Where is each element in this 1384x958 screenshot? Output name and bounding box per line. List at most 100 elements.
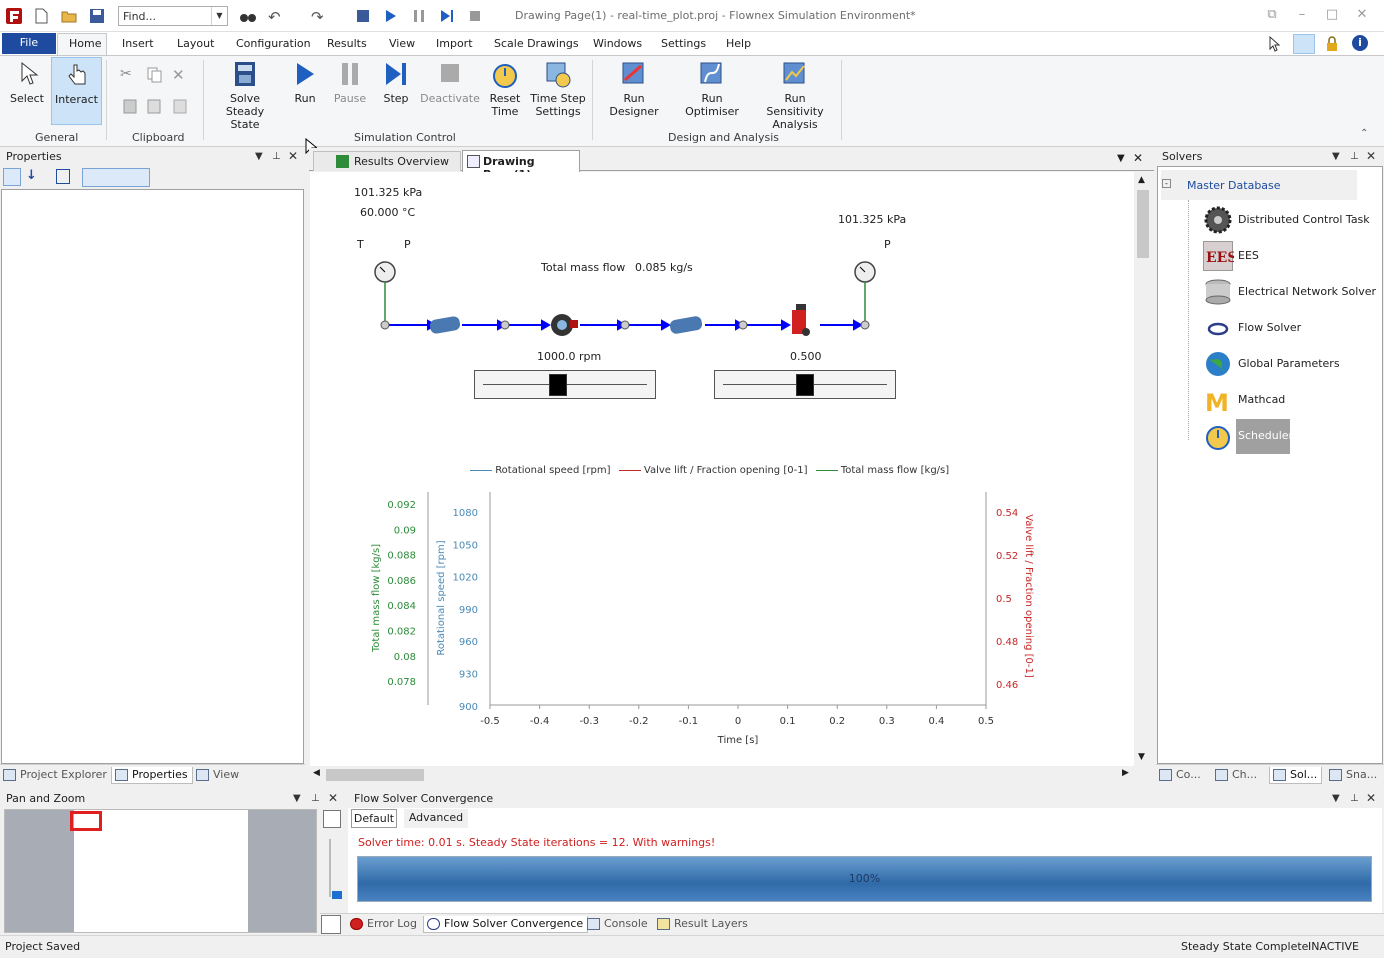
tab-error-log[interactable]: Error Log bbox=[347, 916, 421, 933]
panel-close-icon[interactable]: ✕ bbox=[1366, 790, 1376, 807]
run-sensitivity-analysis-button[interactable]: Run Sensitivity Analysis bbox=[757, 60, 833, 131]
panel-dropdown-icon[interactable]: ▼ bbox=[255, 148, 263, 165]
menu-windows[interactable]: Windows bbox=[593, 37, 642, 50]
tab-advanced[interactable]: Advanced bbox=[404, 809, 468, 828]
interact-button[interactable]: Interact bbox=[51, 57, 102, 125]
collapse-icon[interactable]: - bbox=[1162, 179, 1171, 188]
close-icon[interactable]: ✕ bbox=[1352, 7, 1372, 25]
zoom-in-icon[interactable] bbox=[323, 810, 341, 828]
inlet-gauge-icon[interactable] bbox=[374, 261, 396, 283]
new-file-icon[interactable] bbox=[33, 8, 49, 24]
pointer-mode-icon[interactable] bbox=[1268, 35, 1282, 52]
slider-thumb[interactable] bbox=[796, 374, 814, 396]
menu-home[interactable]: Home bbox=[69, 37, 101, 50]
panel-close-icon[interactable]: ✕ bbox=[1366, 148, 1376, 165]
scroll-thumb[interactable] bbox=[326, 769, 424, 781]
solve-steady-small-icon[interactable] bbox=[355, 8, 371, 24]
pipe-2-icon[interactable] bbox=[669, 315, 703, 334]
copy-icon[interactable] bbox=[146, 66, 164, 84]
viewport-indicator[interactable] bbox=[70, 811, 102, 831]
find-dropdown-icon[interactable]: ▼ bbox=[211, 7, 227, 25]
categorized-icon[interactable] bbox=[3, 168, 21, 186]
pause-button[interactable]: Pause bbox=[333, 60, 367, 105]
outlet-gauge-icon[interactable] bbox=[854, 261, 876, 283]
restore-ribbon-icon[interactable]: ⧉ bbox=[1262, 7, 1282, 25]
menu-insert[interactable]: Insert bbox=[122, 37, 154, 50]
pump-speed-slider[interactable] bbox=[474, 370, 656, 399]
interact-mode-icon[interactable] bbox=[1293, 34, 1315, 54]
panel-pin-icon[interactable]: ⊥ bbox=[272, 148, 281, 165]
panel-close-icon[interactable]: ✕ bbox=[328, 790, 338, 807]
menu-view[interactable]: View bbox=[389, 37, 415, 50]
tab-console[interactable]: Console bbox=[584, 916, 652, 933]
tab-components[interactable]: Co... bbox=[1156, 767, 1205, 784]
paste-icon[interactable] bbox=[122, 98, 138, 114]
reset-time-button[interactable]: Reset Time bbox=[487, 60, 523, 118]
tab-default[interactable]: Default bbox=[351, 809, 397, 828]
panel-dropdown-icon[interactable]: ▼ bbox=[1332, 790, 1340, 807]
menu-help[interactable]: Help bbox=[726, 37, 751, 50]
scroll-left-icon[interactable]: ◀ bbox=[313, 768, 320, 778]
tab-solvers[interactable]: Sol... bbox=[1269, 767, 1323, 784]
pause-small-icon[interactable] bbox=[411, 8, 427, 24]
panel-pin-icon[interactable]: ⊥ bbox=[1350, 790, 1359, 807]
drawing-canvas[interactable]: 101.325 kPa 60.000 °C 101.325 kPa T P P … bbox=[310, 172, 1134, 766]
run-optimiser-button[interactable]: Run Optimiser bbox=[677, 60, 747, 118]
stop-small-icon[interactable] bbox=[467, 8, 483, 24]
master-database-label[interactable]: Master Database bbox=[1187, 179, 1281, 192]
redo-icon[interactable]: ↷ bbox=[311, 8, 327, 26]
run-button[interactable]: Run bbox=[290, 60, 320, 105]
menu-layout[interactable]: Layout bbox=[177, 37, 214, 50]
delete-icon[interactable]: ✕ bbox=[172, 66, 190, 84]
collapse-ribbon-icon[interactable]: ⌃ bbox=[1360, 128, 1368, 139]
maximize-icon[interactable]: □ bbox=[1322, 7, 1342, 25]
paste-special-icon[interactable] bbox=[146, 98, 162, 114]
tab-results-overview[interactable]: Results Overview bbox=[313, 151, 461, 171]
solve-steady-state-button[interactable]: Solve Steady State bbox=[210, 60, 280, 131]
tab-snapshots[interactable]: Sna... bbox=[1326, 767, 1381, 784]
tab-project-explorer[interactable]: Project Explorer bbox=[0, 767, 111, 784]
menu-scale-drawings[interactable]: Scale Drawings bbox=[494, 37, 579, 50]
tab-view[interactable]: View bbox=[193, 767, 243, 784]
undo-icon[interactable]: ↶ bbox=[268, 8, 284, 26]
pipe-1-icon[interactable] bbox=[429, 316, 461, 335]
panel-pin-icon[interactable]: ⊥ bbox=[1350, 148, 1359, 165]
paste-format-icon[interactable] bbox=[172, 98, 188, 114]
tab-charts[interactable]: Ch... bbox=[1212, 767, 1261, 784]
deactivate-button[interactable]: Deactivate bbox=[420, 60, 480, 105]
scroll-up-icon[interactable]: ▲ bbox=[1138, 175, 1145, 185]
property-pages-icon[interactable] bbox=[56, 169, 70, 184]
file-menu[interactable]: File bbox=[2, 33, 56, 54]
pan-zoom-preview[interactable] bbox=[4, 809, 317, 933]
menu-configuration[interactable]: Configuration bbox=[236, 37, 311, 50]
sort-az-icon[interactable]: ↓ bbox=[26, 168, 44, 186]
tab-flow-solver-convergence[interactable]: Flow Solver Convergence bbox=[423, 916, 589, 933]
panel-dropdown-icon[interactable]: ▼ bbox=[293, 790, 301, 807]
panel-dropdown-icon[interactable]: ▼ bbox=[1332, 148, 1340, 165]
valve-icon[interactable] bbox=[792, 304, 810, 336]
cut-icon[interactable]: ✂ bbox=[120, 66, 138, 84]
valve-slider[interactable] bbox=[714, 370, 896, 399]
close-document-icon[interactable]: ✕ bbox=[1133, 151, 1143, 165]
time-step-settings-button[interactable]: Time Step Settings bbox=[530, 60, 586, 118]
zoom-fit-icon[interactable] bbox=[321, 915, 341, 934]
zoom-thumb[interactable] bbox=[332, 891, 342, 899]
zoom-track[interactable] bbox=[329, 839, 331, 897]
menu-import[interactable]: Import bbox=[436, 37, 473, 50]
run-small-icon[interactable] bbox=[383, 8, 399, 24]
menu-results[interactable]: Results bbox=[327, 37, 367, 50]
lock-icon[interactable] bbox=[1326, 36, 1338, 52]
vertical-scrollbar[interactable]: ▲ ▼ bbox=[1134, 172, 1152, 766]
menu-settings[interactable]: Settings bbox=[661, 37, 706, 50]
panel-pin-icon[interactable]: ⊥ bbox=[311, 790, 320, 807]
tab-list-dropdown-icon[interactable]: ▼ bbox=[1117, 153, 1125, 164]
save-icon[interactable] bbox=[89, 8, 105, 24]
info-icon[interactable]: i bbox=[1352, 35, 1368, 51]
scroll-thumb[interactable] bbox=[1137, 190, 1149, 258]
scroll-right-icon[interactable]: ▶ bbox=[1122, 768, 1129, 778]
open-folder-icon[interactable] bbox=[61, 8, 77, 24]
tab-result-layers[interactable]: Result Layers bbox=[654, 916, 752, 933]
pump-icon[interactable] bbox=[551, 314, 578, 336]
tab-properties[interactable]: Properties bbox=[111, 767, 193, 784]
scroll-down-icon[interactable]: ▼ bbox=[1138, 752, 1145, 762]
